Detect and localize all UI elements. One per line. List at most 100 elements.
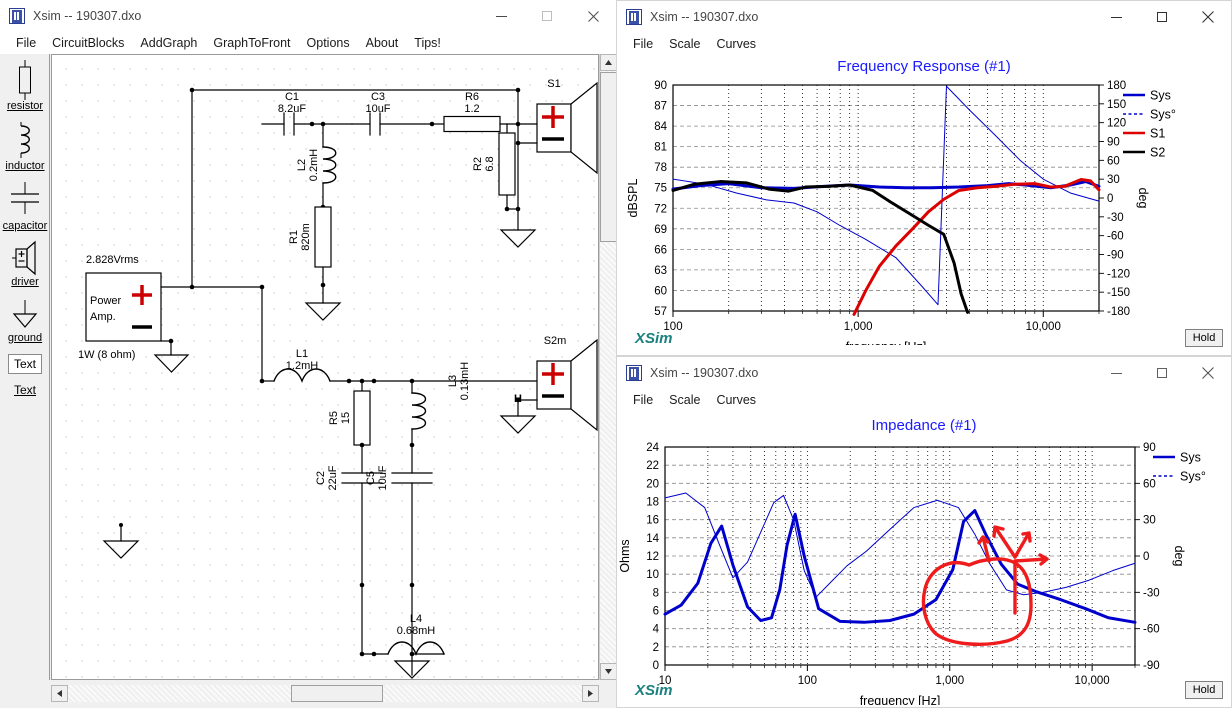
- minimize-icon[interactable]: [1093, 1, 1139, 33]
- fr-menu-curves[interactable]: Curves: [708, 37, 764, 51]
- text-box-icon: Text: [8, 354, 42, 374]
- driver-icon: [12, 240, 36, 276]
- scroll-down-icon[interactable]: [600, 663, 617, 680]
- text-label-icon: Text: [13, 383, 36, 397]
- schematic-menubar: File CircuitBlocks AddGraph GraphToFront…: [0, 32, 616, 54]
- source-body-line2: Amp.: [90, 311, 116, 323]
- imp-hold-button[interactable]: Hold: [1185, 681, 1223, 699]
- menu-addgraph[interactable]: AddGraph: [132, 36, 205, 50]
- close-icon[interactable]: [570, 0, 616, 32]
- svg-text:6: 6: [653, 606, 659, 618]
- fr-hold-button[interactable]: Hold: [1185, 329, 1223, 347]
- svg-text:4: 4: [653, 624, 660, 636]
- menu-graphtofront[interactable]: GraphToFront: [205, 36, 298, 50]
- menu-file[interactable]: File: [8, 36, 44, 50]
- imp-menu-curves[interactable]: Curves: [708, 393, 764, 407]
- svg-text:18: 18: [646, 497, 659, 509]
- driver-s2m-flag: H: [514, 393, 522, 405]
- svg-text:Sys: Sys: [1180, 451, 1201, 465]
- imp-plot[interactable]: 024681012141618202224-90-60-30030609010 1…: [617, 437, 1232, 705]
- svg-text:150: 150: [1107, 99, 1126, 111]
- menu-options[interactable]: Options: [299, 36, 358, 50]
- frequency-response-window: Xsim -- 190307.dxo File Scale Curves Fre…: [616, 0, 1232, 356]
- svg-text:60: 60: [654, 285, 667, 297]
- svg-text:14: 14: [646, 533, 659, 545]
- menu-circuitblocks[interactable]: CircuitBlocks: [44, 36, 132, 50]
- palette-label-ground: ground: [7, 332, 43, 344]
- svg-text:8: 8: [653, 587, 659, 599]
- svg-text:0: 0: [1107, 193, 1113, 205]
- palette-item-capacitor[interactable]: capacitor: [0, 180, 50, 233]
- label-R2-val: 6.8: [484, 156, 496, 171]
- minimize-icon[interactable]: [1093, 357, 1139, 389]
- svg-text:75: 75: [654, 183, 667, 195]
- label-L4-ref: L4: [410, 613, 422, 625]
- schematic-canvas[interactable]: H C1 8.2uF C3 10uF R6 1.2 S1 L2 0.2mH R1…: [51, 54, 599, 680]
- label-C5-val: 10uF: [377, 465, 389, 490]
- canvas-vertical-scrollbar[interactable]: [599, 54, 617, 680]
- canvas-horizontal-scrollbar[interactable]: [51, 685, 599, 702]
- svg-text:81: 81: [654, 142, 667, 154]
- svg-text:Sys°: Sys°: [1150, 108, 1176, 122]
- fr-plot[interactable]: 57 60 63 66 69 72 75 78 81 84 87 90 -180 -150 -120 -90 -…: [617, 75, 1232, 345]
- imp-menu-scale[interactable]: Scale: [661, 393, 708, 407]
- schematic-window-controls: [478, 0, 616, 32]
- menu-tips[interactable]: Tips!: [406, 36, 449, 50]
- label-S2m: S2m: [544, 335, 567, 347]
- imp-window-controls: [1093, 357, 1231, 389]
- imp-menu-file[interactable]: File: [625, 393, 661, 407]
- svg-text:dBSPL: dBSPL: [626, 178, 640, 217]
- svg-text:10,000: 10,000: [1026, 321, 1061, 333]
- svg-text:66: 66: [654, 244, 667, 256]
- circuit-diagram: H C1 8.2uF C3 10uF R6 1.2 S1 L2 0.2mH R1…: [78, 78, 598, 679]
- svg-text:0: 0: [653, 660, 659, 672]
- svg-text:Sys°: Sys°: [1180, 470, 1206, 484]
- palette-item-inductor[interactable]: inductor: [0, 120, 50, 173]
- menu-about[interactable]: About: [358, 36, 407, 50]
- svg-text:-120: -120: [1107, 268, 1130, 280]
- fr-menu-file[interactable]: File: [625, 37, 661, 51]
- fr-menu-scale[interactable]: Scale: [661, 37, 708, 51]
- palette-label-inductor: inductor: [5, 160, 45, 172]
- svg-text:120: 120: [1107, 118, 1126, 130]
- source-body-line1: Power: [90, 295, 122, 307]
- scroll-left-icon[interactable]: [51, 685, 68, 702]
- svg-text:Ohms: Ohms: [618, 539, 632, 572]
- vertical-scroll-thumb[interactable]: [600, 72, 617, 242]
- horizontal-scroll-thumb[interactable]: [291, 685, 383, 702]
- fr-xsim-logo: XSim: [635, 330, 673, 347]
- imp-titlebar: Xsim -- 190307.dxo: [617, 357, 1231, 389]
- palette-item-driver[interactable]: driver: [0, 240, 50, 289]
- label-L2-ref: L2: [296, 159, 308, 171]
- close-icon[interactable]: [1185, 357, 1231, 389]
- close-icon[interactable]: [1185, 1, 1231, 33]
- maximize-icon[interactable]: [1139, 357, 1185, 389]
- svg-text:S2: S2: [1150, 146, 1165, 160]
- label-C3-ref: C3: [371, 91, 385, 103]
- svg-text:60: 60: [1143, 478, 1156, 490]
- fr-window-controls: [1093, 1, 1231, 33]
- svg-text:100: 100: [798, 675, 817, 687]
- palette-item-resistor[interactable]: resistor: [0, 60, 50, 113]
- scroll-up-icon[interactable]: [600, 54, 617, 71]
- label-R2-ref: R2: [472, 157, 484, 171]
- palette-item-ground[interactable]: ground: [0, 298, 50, 345]
- palette-item-text-label[interactable]: Text: [0, 384, 50, 397]
- svg-text:frequency [Hz]: frequency [Hz]: [846, 340, 927, 345]
- svg-text:78: 78: [654, 162, 667, 174]
- svg-text:30: 30: [1143, 515, 1156, 527]
- scroll-right-icon[interactable]: [582, 685, 599, 702]
- palette-item-text-box[interactable]: Text: [0, 354, 50, 374]
- maximize-icon[interactable]: [524, 0, 570, 32]
- svg-text:-150: -150: [1107, 287, 1130, 299]
- palette-label-capacitor: capacitor: [2, 220, 48, 232]
- capacitor-icon: [11, 182, 39, 214]
- svg-text:22: 22: [646, 460, 659, 472]
- svg-text:30: 30: [1107, 174, 1120, 186]
- svg-text:90: 90: [1107, 137, 1120, 149]
- maximize-icon[interactable]: [1139, 1, 1185, 33]
- palette-label-resistor: resistor: [6, 100, 44, 112]
- svg-text:deg: deg: [1172, 546, 1186, 567]
- svg-text:-60: -60: [1107, 231, 1124, 243]
- minimize-icon[interactable]: [478, 0, 524, 32]
